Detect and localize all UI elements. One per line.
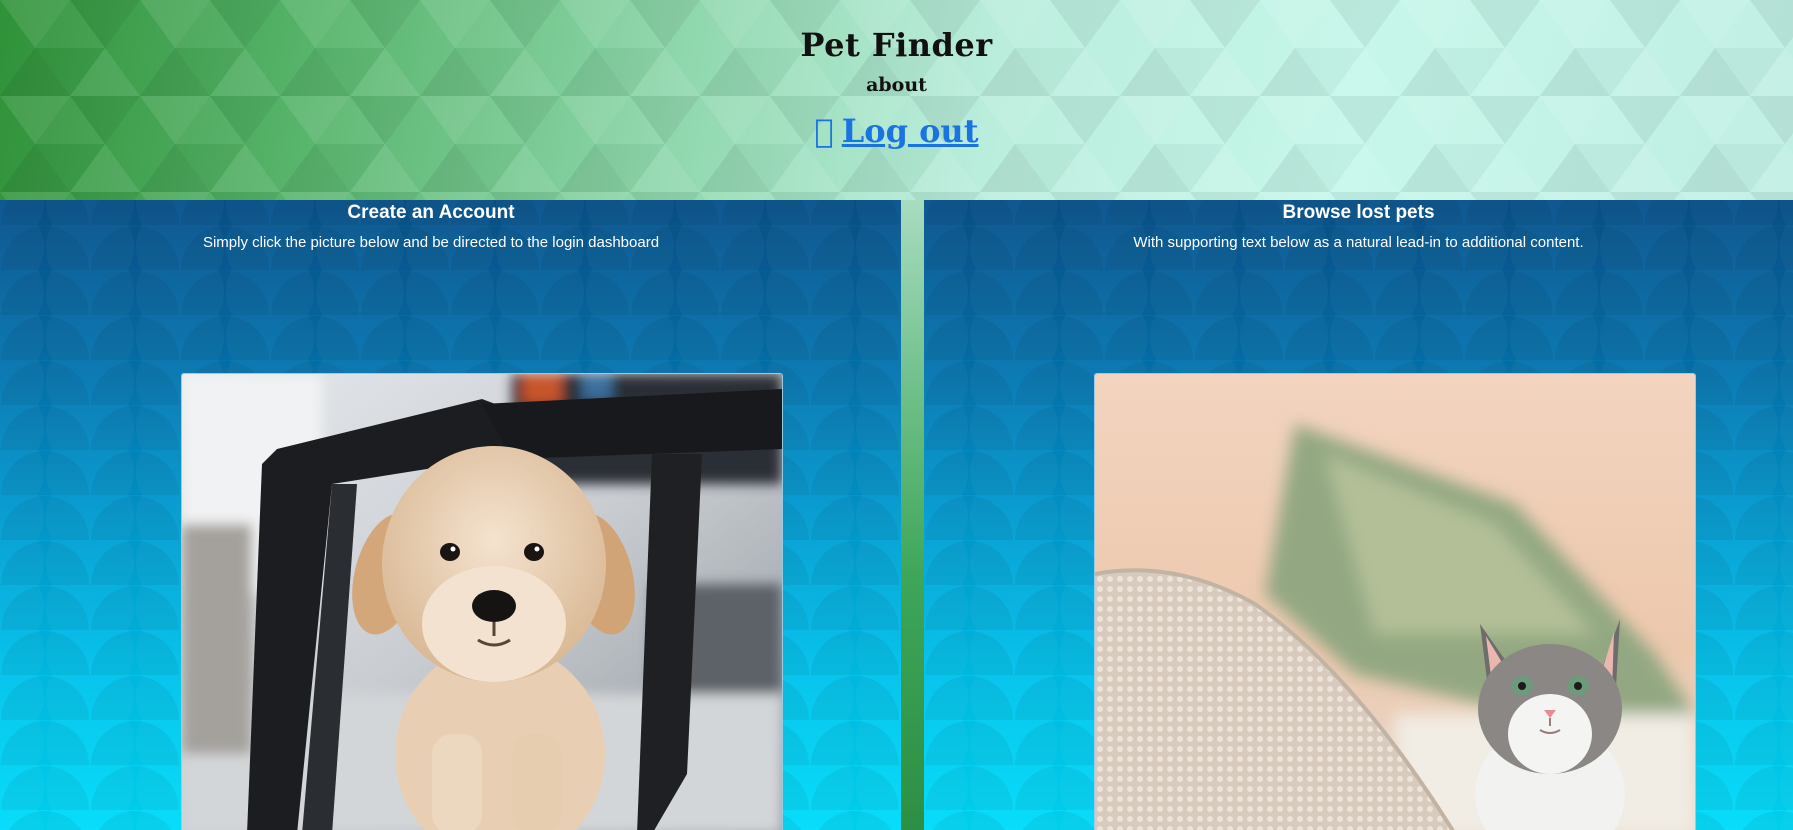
- site-title: Pet Finder: [800, 26, 993, 64]
- browse-lost-pets-description: With supporting text below as a natural …: [1133, 234, 1584, 251]
- create-account-description: Simply click the picture below and be di…: [202, 234, 660, 251]
- puppy-image-link[interactable]: [181, 373, 783, 830]
- panel-divider: [901, 200, 924, 830]
- logout-area: Log out: [0, 112, 1793, 150]
- about-link[interactable]: about: [0, 74, 1793, 96]
- browse-lost-pets-panel: Browse lost pets With supporting text be…: [924, 200, 1793, 830]
- create-account-title: Create an Account: [347, 202, 515, 223]
- page-header: Pet Finder about Log out: [0, 0, 1793, 200]
- kitten-image-link[interactable]: [1094, 373, 1696, 830]
- browse-lost-pets-title: Browse lost pets: [1282, 202, 1435, 223]
- puppy-image: [182, 374, 782, 830]
- logout-link[interactable]: Log out: [815, 112, 979, 150]
- sign-out-icon: : [815, 112, 834, 150]
- logout-label: Log out: [832, 112, 979, 150]
- create-account-panel: Create an Account Simply click the pictu…: [0, 200, 901, 830]
- kitten-image: [1095, 374, 1695, 830]
